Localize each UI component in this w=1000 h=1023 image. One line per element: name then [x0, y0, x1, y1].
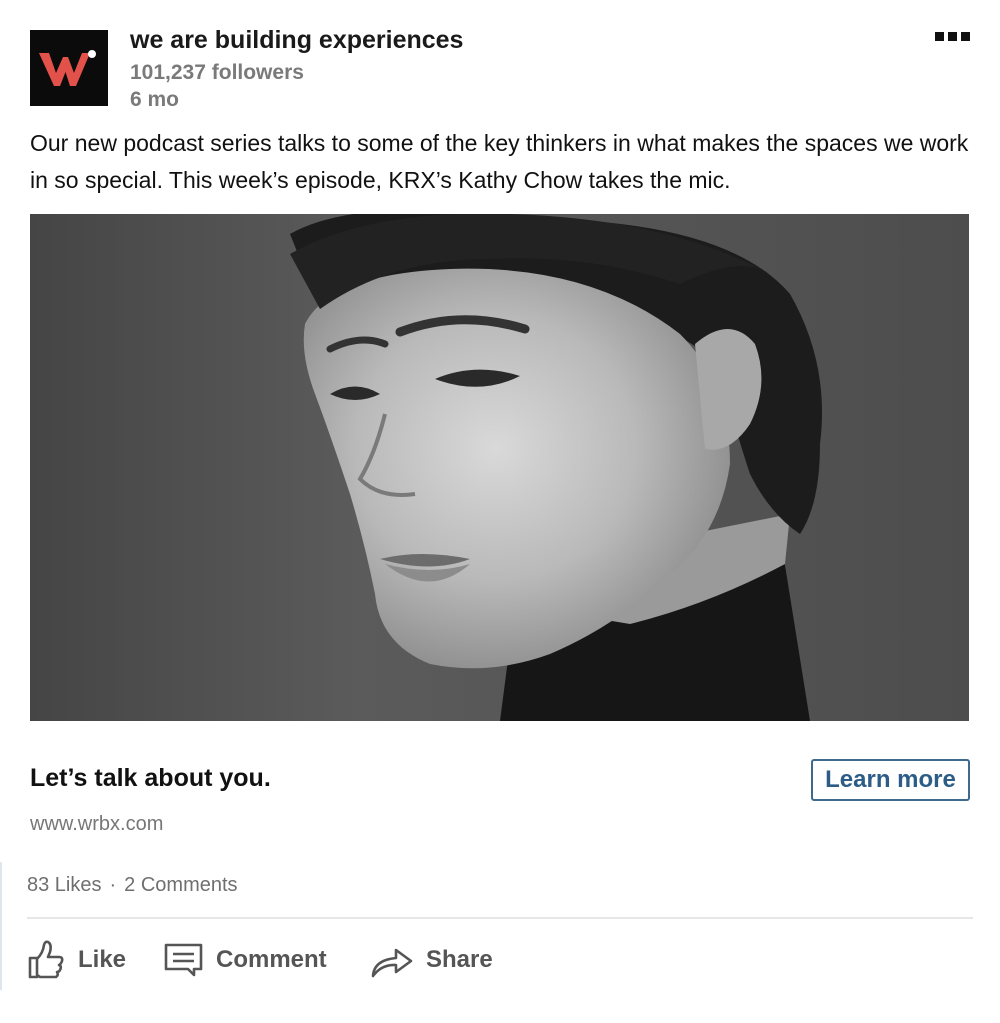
company-logo[interactable] [30, 30, 108, 106]
learn-more-button[interactable]: Learn more [811, 759, 970, 801]
dot [947, 31, 957, 41]
follower-count: 101,237 followers [130, 61, 304, 84]
thumbs-up-icon [26, 939, 66, 981]
linkedin-post-card: we are building experiences 101,237 foll… [0, 0, 1000, 1023]
share-arrow-icon [370, 942, 414, 978]
comment-icon [164, 942, 204, 978]
share-button[interactable]: Share [370, 932, 493, 988]
more-options-icon[interactable] [930, 26, 974, 46]
action-bar: Like Comment Share [26, 932, 626, 988]
divider [27, 917, 973, 919]
portrait-photo [30, 214, 969, 721]
dot [960, 31, 970, 41]
post-text: Our new podcast series talks to some of … [30, 130, 969, 193]
post-image[interactable] [30, 214, 969, 721]
likes-count[interactable]: 83 Likes [27, 874, 102, 897]
divider [0, 862, 2, 990]
share-label: Share [426, 946, 493, 973]
post-age: 6 mo [130, 88, 180, 111]
comment-label: Comment [216, 946, 327, 973]
company-name[interactable]: we are building experiences [130, 26, 463, 55]
like-button[interactable]: Like [26, 932, 126, 988]
social-counts: 83 Likes · 2 Comments [27, 874, 238, 897]
comment-button[interactable]: Comment [164, 932, 327, 988]
like-label: Like [78, 946, 127, 973]
separator: · [109, 874, 117, 896]
w-logo-icon [30, 30, 108, 106]
dot [934, 31, 944, 41]
destination-domain[interactable]: www.wrbx.com [30, 813, 163, 836]
ad-headline: Let’s talk about you. [30, 764, 271, 792]
comments-count[interactable]: 2 Comments [124, 874, 237, 897]
